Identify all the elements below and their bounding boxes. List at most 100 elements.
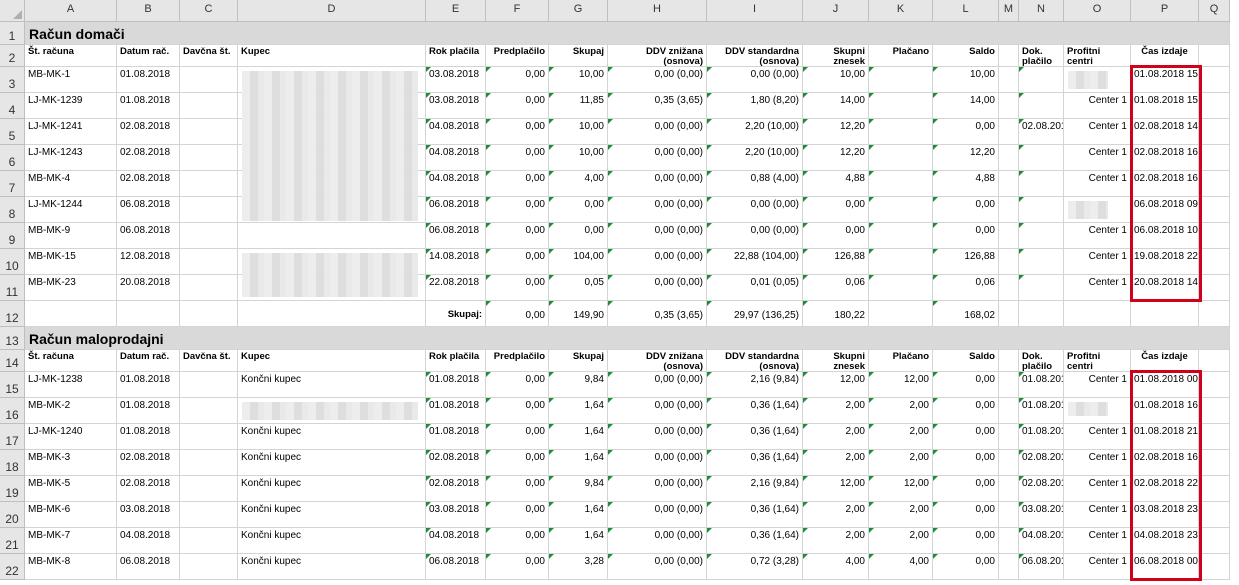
domestic-row-cell-G[interactable]: 10,00 bbox=[549, 119, 608, 145]
domestic-row-cell-L[interactable]: 126,88 bbox=[933, 249, 999, 275]
retail-row-cell-M[interactable] bbox=[999, 424, 1019, 450]
retail-row-cell-J[interactable]: 2,00 bbox=[803, 528, 869, 554]
domestic-row-cell-H[interactable]: 0,00 (0,00) bbox=[608, 119, 707, 145]
domestic-total-empty[interactable] bbox=[180, 301, 238, 327]
retail-row-cell-H[interactable]: 0,00 (0,00) bbox=[608, 372, 707, 398]
domestic-row-cell-L[interactable]: 0,06 bbox=[933, 275, 999, 301]
retail-row-cell-F[interactable]: 0,00 bbox=[486, 398, 549, 424]
retail-row-cell-E[interactable]: 04.08.2018 bbox=[426, 528, 486, 554]
domestic-row-cell-G[interactable]: 0,00 bbox=[549, 197, 608, 223]
retail-row-cell-J[interactable]: 2,00 bbox=[803, 502, 869, 528]
row-header-22[interactable]: 22 bbox=[0, 554, 25, 580]
column-header-B[interactable]: B bbox=[117, 0, 180, 22]
retail-row-cell-F[interactable]: 0,00 bbox=[486, 528, 549, 554]
retail-row-cell-I[interactable]: 0,36 (1,64) bbox=[707, 502, 803, 528]
retail-row-cell-C[interactable] bbox=[180, 476, 238, 502]
domestic-row-cell-G[interactable]: 4,00 bbox=[549, 171, 608, 197]
column-header-E[interactable]: E bbox=[426, 0, 486, 22]
retail-row-cell-M[interactable] bbox=[999, 398, 1019, 424]
domestic-row-cell-H[interactable]: 0,00 (0,00) bbox=[608, 275, 707, 301]
domestic-header-10[interactable]: Skupni znesek bbox=[803, 45, 869, 67]
retail-header-3[interactable]: Davčna št. bbox=[180, 350, 238, 372]
domestic-row-cell-K[interactable] bbox=[869, 145, 933, 171]
domestic-row-cell-P[interactable]: 01.08.2018 15:55:40 bbox=[1131, 93, 1199, 119]
retail-row-cell-J[interactable]: 12,00 bbox=[803, 476, 869, 502]
retail-row-cell-O[interactable]: Center 1 bbox=[1064, 554, 1131, 580]
domestic-total-predplacilo[interactable]: 0,00 bbox=[486, 301, 549, 327]
retail-row-cell-I[interactable]: 0,36 (1,64) bbox=[707, 450, 803, 476]
retail-row-cell-L[interactable]: 0,00 bbox=[933, 372, 999, 398]
section-title-domestic[interactable]: Račun domači bbox=[25, 22, 1230, 45]
row-header-5[interactable]: 5 bbox=[0, 119, 25, 145]
domestic-row-cell-P[interactable]: 19.08.2018 22:46:58 bbox=[1131, 249, 1199, 275]
domestic-row-cell-C[interactable] bbox=[180, 249, 238, 275]
domestic-row-cell-M[interactable] bbox=[999, 119, 1019, 145]
row-header-16[interactable]: 16 bbox=[0, 398, 25, 424]
retail-row-cell-M[interactable] bbox=[999, 450, 1019, 476]
retail-row-cell-L[interactable]: 0,00 bbox=[933, 424, 999, 450]
domestic-row-cell-Q[interactable] bbox=[1199, 249, 1230, 275]
domestic-row-cell-B[interactable]: 06.08.2018 bbox=[117, 223, 180, 249]
retail-row-cell-G[interactable]: 3,28 bbox=[549, 554, 608, 580]
domestic-row-cell-I[interactable]: 22,88 (104,00) bbox=[707, 249, 803, 275]
retail-row-cell-Q[interactable] bbox=[1199, 424, 1230, 450]
retail-row-cell-N[interactable]: 04.08.2018 bbox=[1019, 528, 1064, 554]
domestic-row-cell-Q[interactable] bbox=[1199, 171, 1230, 197]
retail-row-cell-K[interactable]: 2,00 bbox=[869, 398, 933, 424]
domestic-header-13[interactable] bbox=[999, 45, 1019, 67]
retail-row-cell-I[interactable]: 0,36 (1,64) bbox=[707, 528, 803, 554]
row-header-14[interactable]: 14 bbox=[0, 350, 25, 372]
retail-row-cell-C[interactable] bbox=[180, 424, 238, 450]
retail-row-cell-G[interactable]: 1,64 bbox=[549, 528, 608, 554]
retail-row-cell-N[interactable]: 01.08.2018 bbox=[1019, 424, 1064, 450]
domestic-row-cell-J[interactable]: 0,06 bbox=[803, 275, 869, 301]
domestic-row-cell-F[interactable]: 0,00 bbox=[486, 119, 549, 145]
retail-row-cell-Q[interactable] bbox=[1199, 372, 1230, 398]
domestic-row-cell-H[interactable]: 0,00 (0,00) bbox=[608, 67, 707, 93]
domestic-row-cell-L[interactable]: 12,20 bbox=[933, 145, 999, 171]
row-header-11[interactable]: 11 bbox=[0, 275, 25, 301]
domestic-row-cell-K[interactable] bbox=[869, 119, 933, 145]
retail-row-cell-C[interactable] bbox=[180, 554, 238, 580]
retail-row-cell-P[interactable]: 02.08.2018 22:43:28 bbox=[1131, 476, 1199, 502]
retail-row-cell-C[interactable] bbox=[180, 372, 238, 398]
retail-row-cell-K[interactable]: 12,00 bbox=[869, 476, 933, 502]
retail-row-cell-G[interactable]: 9,84 bbox=[549, 372, 608, 398]
domestic-header-2[interactable]: Datum rač. bbox=[117, 45, 180, 67]
domestic-header-15[interactable]: Profitni centri bbox=[1064, 45, 1131, 67]
domestic-row-cell-G[interactable]: 0,05 bbox=[549, 275, 608, 301]
retail-row-cell-Q[interactable] bbox=[1199, 554, 1230, 580]
retail-row-cell-A[interactable]: MB-MK-8 bbox=[25, 554, 117, 580]
domestic-row-cell-Q[interactable] bbox=[1199, 197, 1230, 223]
domestic-total-empty[interactable] bbox=[1131, 301, 1199, 327]
domestic-row-cell-B[interactable]: 01.08.2018 bbox=[117, 67, 180, 93]
retail-row-cell-D[interactable]: Končni kupec bbox=[238, 450, 426, 476]
domestic-row-cell-F[interactable]: 0,00 bbox=[486, 197, 549, 223]
domestic-total-empty[interactable] bbox=[25, 301, 117, 327]
domestic-row-cell-K[interactable] bbox=[869, 171, 933, 197]
retail-row-cell-J[interactable]: 2,00 bbox=[803, 450, 869, 476]
retail-row-cell-N[interactable]: 01.08.2018 bbox=[1019, 398, 1064, 424]
column-header-J[interactable]: J bbox=[803, 0, 869, 22]
domestic-row-cell-K[interactable] bbox=[869, 275, 933, 301]
domestic-header-7[interactable]: Skupaj bbox=[549, 45, 608, 67]
section-title-retail[interactable]: Račun maloprodajni bbox=[25, 327, 1230, 350]
column-header-F[interactable]: F bbox=[486, 0, 549, 22]
retail-row-cell-P[interactable]: 02.08.2018 16:33:35 bbox=[1131, 450, 1199, 476]
domestic-header-4[interactable]: Kupec bbox=[238, 45, 426, 67]
retail-row-cell-L[interactable]: 0,00 bbox=[933, 528, 999, 554]
retail-row-cell-D[interactable]: Končni kupec bbox=[238, 554, 426, 580]
row-header-12[interactable]: 12 bbox=[0, 301, 25, 327]
domestic-row-cell-N[interactable] bbox=[1019, 249, 1064, 275]
retail-row-cell-B[interactable]: 01.08.2018 bbox=[117, 398, 180, 424]
domestic-row-cell-I[interactable]: 2,20 (10,00) bbox=[707, 145, 803, 171]
domestic-row-cell-F[interactable]: 0,00 bbox=[486, 275, 549, 301]
retail-row-cell-B[interactable]: 06.08.2018 bbox=[117, 554, 180, 580]
domestic-row-cell-A[interactable]: MB-MK-15 bbox=[25, 249, 117, 275]
retail-row-cell-H[interactable]: 0,00 (0,00) bbox=[608, 502, 707, 528]
domestic-row-cell-L[interactable]: 0,00 bbox=[933, 197, 999, 223]
domestic-row-cell-F[interactable]: 0,00 bbox=[486, 249, 549, 275]
domestic-row-cell-H[interactable]: 0,00 (0,00) bbox=[608, 197, 707, 223]
retail-header-11[interactable]: Plačano bbox=[869, 350, 933, 372]
retail-row-cell-A[interactable]: MB-MK-7 bbox=[25, 528, 117, 554]
